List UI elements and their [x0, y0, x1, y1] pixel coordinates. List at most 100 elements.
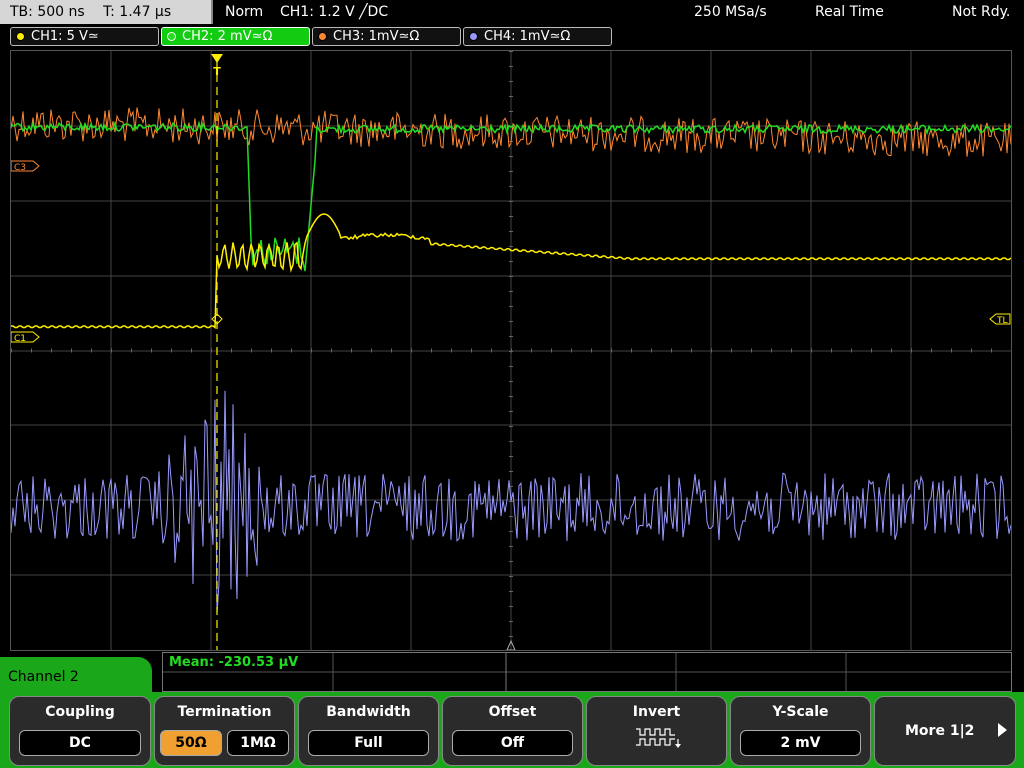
grid-tick [311, 348, 312, 353]
yscale-value[interactable]: 2 mV [740, 730, 861, 756]
tab-ch4-label: CH4: 1mV≃Ω [484, 29, 571, 44]
acquisition-mode: Real Time [815, 4, 884, 20]
grid-tick [111, 348, 112, 353]
grid-tick [491, 348, 492, 353]
grid-tick [509, 411, 513, 412]
grid-tick [509, 156, 513, 157]
trigger-level-marker: TL [989, 313, 1011, 326]
grid-tick [31, 348, 32, 353]
grid-tick [571, 348, 572, 353]
grid-tick [351, 348, 352, 353]
grid-tick [509, 381, 513, 382]
coupling-softkey[interactable]: Coupling DC [9, 696, 151, 766]
timebase-box[interactable]: TB: 500 ns T: 1.47 µs [0, 0, 213, 24]
bandwidth-value[interactable]: Full [308, 730, 429, 756]
invert-softkey[interactable]: Invert [586, 696, 727, 766]
waveform-display[interactable]: T C3 C1 TL [10, 50, 1012, 651]
grid-tick [591, 348, 592, 353]
invert-label: Invert [632, 704, 681, 720]
grid-tick [509, 51, 513, 52]
tab-ch2[interactable]: CH2: 2 mV≃Ω [161, 27, 310, 46]
grid-tick [509, 186, 513, 187]
sample-rate: 250 MSa/s [694, 4, 767, 20]
ch4-color-dot [469, 32, 478, 41]
waveform-canvas: T C3 C1 TL [11, 51, 1011, 650]
grid-tick [509, 81, 513, 82]
grid-tick [509, 276, 513, 277]
ch3-marker-label: C3 [14, 163, 26, 173]
coupling-value[interactable]: DC [19, 730, 141, 756]
tab-ch4[interactable]: CH4: 1mV≃Ω [463, 27, 612, 46]
grid-tick [471, 348, 472, 353]
trigger-mode[interactable]: Norm [225, 0, 263, 24]
grid-tick [509, 606, 513, 607]
termination-softkey[interactable]: Termination 50Ω 1MΩ [154, 696, 295, 766]
status-bar: TB: 500 ns T: 1.47 µs Norm CH1: 1.2 V ╱D… [0, 0, 1024, 26]
grid-tick [371, 348, 372, 353]
grid-tick [871, 348, 872, 353]
ch3-offset-marker: C3 [11, 160, 40, 173]
coupling-label: Coupling [45, 704, 115, 720]
grid-tick [509, 351, 513, 352]
grid-tick [191, 348, 192, 353]
tab-ch3-label: CH3: 1mV≃Ω [333, 29, 420, 44]
grid-tick [411, 348, 412, 353]
grid-tick [891, 348, 892, 353]
offset-value[interactable]: Off [452, 730, 573, 756]
grid-tick [509, 231, 513, 232]
tab-ch3[interactable]: CH3: 1mV≃Ω [312, 27, 461, 46]
grid-tick [731, 348, 732, 353]
grid-tick [509, 216, 513, 217]
offset-label: Offset [488, 704, 537, 720]
more-label: More 1|2 [905, 723, 975, 739]
grid-tick [509, 591, 513, 592]
offset-softkey[interactable]: Offset Off [442, 696, 583, 766]
grid-tick [509, 621, 513, 622]
grid-tick [509, 546, 513, 547]
timebase-value: TB: 500 ns [10, 4, 85, 20]
grid-tick [711, 348, 712, 353]
yscale-label: Y-Scale [772, 704, 829, 720]
trigger-position-marker: T [211, 54, 223, 78]
grid-tick [509, 291, 513, 292]
ch1-marker-label: C1 [14, 334, 26, 344]
grid-tick [509, 471, 513, 472]
grid-tick [509, 96, 513, 97]
grid-tick [509, 561, 513, 562]
tab-ch1[interactable]: CH1: 5 V≃ [10, 27, 159, 46]
grid-tick [171, 348, 172, 353]
grid-tick [509, 396, 513, 397]
termination-label: Termination [177, 704, 272, 720]
grid-tick [271, 348, 272, 353]
termination-1mohm-option[interactable]: 1MΩ [227, 730, 289, 756]
grid-tick [771, 348, 772, 353]
grid-tick [509, 111, 513, 112]
ch2-color-dot [167, 32, 176, 41]
tab-ch1-label: CH1: 5 V≃ [31, 29, 99, 44]
grid-tick [651, 348, 652, 353]
grid-tick [791, 348, 792, 353]
grid-tick [251, 348, 252, 353]
grid-tick [911, 348, 912, 353]
grid-tick [131, 348, 132, 353]
bandwidth-label: Bandwidth [326, 704, 411, 720]
grid-tick [509, 516, 513, 517]
grid-tick [391, 348, 392, 353]
grid-tick [509, 426, 513, 427]
grid-tick [509, 246, 513, 247]
trigger-info[interactable]: CH1: 1.2 V ╱DC [280, 0, 388, 24]
measurement-bar: Mean: -230.53 µV [162, 652, 1012, 692]
grid-tick [331, 348, 332, 353]
measurement-grid [163, 653, 1011, 691]
grid-tick [71, 348, 72, 353]
grid-tick [509, 321, 513, 322]
ch3-color-dot [318, 32, 327, 41]
grid-tick [751, 348, 752, 353]
grid-tick [509, 171, 513, 172]
yscale-softkey[interactable]: Y-Scale 2 mV [730, 696, 871, 766]
grid-tick [431, 348, 432, 353]
bandwidth-softkey[interactable]: Bandwidth Full [298, 696, 439, 766]
more-softkey[interactable]: More 1|2 [874, 696, 1016, 766]
termination-50ohm-option[interactable]: 50Ω [160, 730, 222, 756]
grid-tick [811, 348, 812, 353]
